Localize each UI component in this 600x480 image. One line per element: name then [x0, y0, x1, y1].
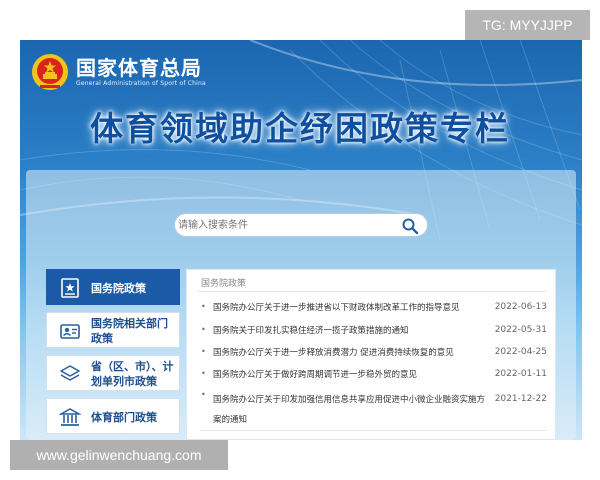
sidebar-item-label: 省（区、市）、计划单列市政策: [91, 360, 174, 388]
policy-title-link[interactable]: 国务院办公厅关于进一步释放消费潜力 促进消费持续恢复的意见: [213, 347, 491, 359]
panel-divider-bottom: [201, 430, 547, 431]
policy-date: 2022-01-11: [494, 369, 547, 379]
policy-date: 2022-05-31: [494, 325, 547, 335]
search-input[interactable]: [178, 216, 398, 234]
policy-title-link[interactable]: 国务院办公厅关于做好跨周期调节进一步稳外贸的意见: [213, 369, 491, 381]
bullet-icon: •: [201, 325, 206, 334]
org-name-en: General Administration of Sport of China: [76, 80, 206, 87]
policy-date: 2022-04-25: [494, 347, 547, 357]
sidebar-item-ministry-policy[interactable]: 国务院相关部门政策: [46, 312, 180, 348]
bullet-icon: •: [201, 390, 206, 399]
screenshot-page: TG: MYYJJPP 国家体育总局 General Administratio…: [0, 0, 600, 480]
sidebar-item-label: 国务院政策: [91, 282, 146, 295]
policy-portal-banner: 国家体育总局 General Administration of Sport o…: [20, 40, 582, 440]
sidebar-item-label: 体育部门政策: [91, 411, 157, 424]
sidebar-item-provincial-policy[interactable]: 省（区、市）、计划单列市政策: [46, 355, 180, 391]
sidebar-item-state-council-policy[interactable]: 国务院政策: [46, 269, 180, 305]
policy-date: 2022-06-13: [494, 302, 547, 312]
policy-title-link[interactable]: 国务院办公厅关于进一步推进省以下财政体制改革工作的指导意见: [213, 302, 491, 314]
bullet-icon: •: [201, 302, 206, 311]
id-badge-icon: [60, 324, 80, 339]
document-star-icon: [61, 278, 79, 298]
national-emblem-icon: [32, 54, 68, 90]
policy-list-panel: 国务院政策 • 国务院办公厅关于进一步推进省以下财政体制改革工作的指导意见 20…: [186, 269, 556, 440]
policy-date: 2021-12-22: [494, 394, 547, 404]
bullet-icon: •: [201, 347, 206, 356]
watermark-bottom-left: www.gelinwenchuang.com: [10, 440, 228, 470]
bullet-icon: •: [201, 369, 206, 378]
search-bar: [174, 213, 428, 237]
panel-divider: [197, 291, 547, 292]
layers-icon: [60, 365, 80, 381]
building-icon: [59, 408, 81, 426]
org-name-cn: 国家体育总局: [76, 56, 202, 80]
watermark-top-right: TG: MYYJJPP: [465, 10, 590, 40]
panel-section-title: 国务院政策: [201, 279, 247, 289]
policy-title-link[interactable]: 国务院关于印发扎实稳住经济一揽子政策措施的通知: [213, 325, 491, 337]
policy-title-link[interactable]: 国务院办公厅关于印发加强信用信息共享应用促进中小微企业融资实施方案的通知: [213, 390, 491, 430]
page-headline: 体育领域助企纾困政策专栏: [90, 109, 510, 148]
sidebar-item-sports-dept-policy[interactable]: 体育部门政策: [46, 398, 180, 434]
search-icon[interactable]: [401, 217, 419, 235]
sidebar-item-label: 国务院相关部门政策: [91, 317, 168, 345]
